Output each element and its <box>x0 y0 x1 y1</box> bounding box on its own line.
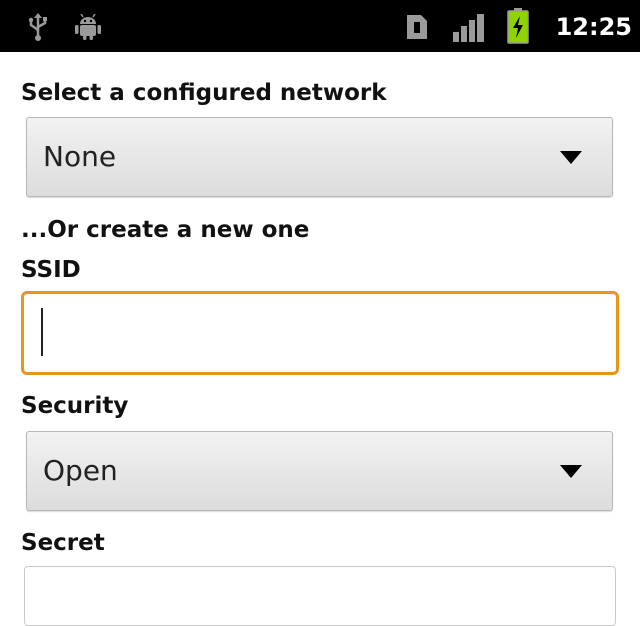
security-value: Open <box>43 454 118 487</box>
create-new-network-label: ...Or create a new one <box>21 217 310 243</box>
ssid-label: SSID <box>21 257 81 283</box>
security-spinner[interactable]: Open <box>26 431 613 511</box>
usb-icon <box>28 13 47 41</box>
configured-network-value: None <box>43 140 117 173</box>
signal-icon <box>453 14 484 42</box>
clock: 12:25 <box>555 13 632 41</box>
status-bar: 12:25 <box>0 0 640 52</box>
configured-network-label: Select a configured network <box>21 80 387 106</box>
sim-card-icon <box>407 15 427 39</box>
ssid-input[interactable] <box>21 291 619 375</box>
secret-label: Secret <box>21 530 105 556</box>
android-debug-icon <box>75 14 101 40</box>
dropdown-arrow-icon <box>560 465 582 478</box>
text-cursor <box>41 308 43 356</box>
dropdown-arrow-icon <box>560 151 582 164</box>
security-label: Security <box>21 393 129 419</box>
battery-charging-icon <box>507 8 529 44</box>
secret-input[interactable] <box>24 566 616 626</box>
configured-network-spinner[interactable]: None <box>26 117 613 197</box>
